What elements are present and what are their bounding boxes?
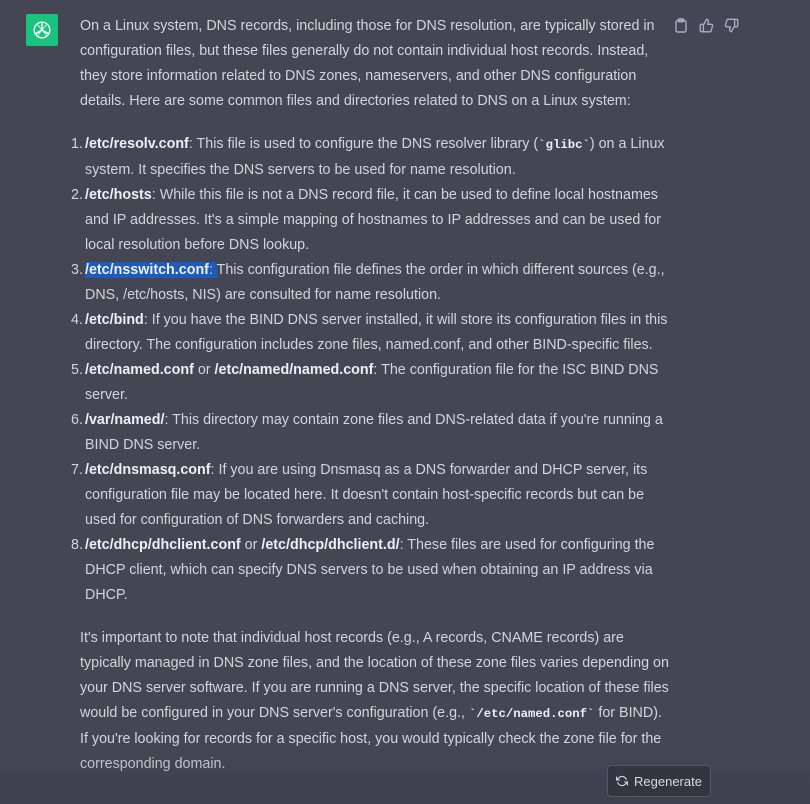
or-text: or [193, 362, 215, 378]
list-item: 7. /etc/dnsmasq.conf: If you are using D… [71, 458, 670, 533]
assistant-avatar [26, 14, 58, 46]
list-item: 3. /etc/nsswitch.conf: This configuratio… [71, 258, 670, 308]
list-item: 2. /etc/hosts: While this file is not a … [71, 183, 670, 258]
like-button[interactable] [698, 14, 714, 36]
list-number: 4. [71, 312, 83, 328]
list-item: 4. /etc/bind: If you have the BIND DNS s… [71, 308, 670, 358]
list-number: 5. [71, 362, 83, 378]
copy-button[interactable] [673, 14, 689, 36]
item-text: : While this file is not a DNS record fi… [85, 187, 662, 253]
item-text: : This file is used to configure the DNS… [188, 136, 539, 152]
thumbs-down-icon [724, 18, 738, 32]
clipboard-icon [675, 17, 687, 33]
file-path: /etc/hosts [85, 187, 152, 203]
file-path: /var/named/ [85, 412, 165, 428]
list-number: 2. [71, 187, 83, 203]
list-item: 8. /etc/dhcp/dhclient.conf or /etc/dhcp/… [71, 533, 670, 608]
dns-files-list: 1. /etc/resolv.conf: This file is used t… [71, 132, 670, 608]
item-text: : If you have the BIND DNS server instal… [85, 312, 668, 353]
inline-code: `glibc` [538, 138, 590, 152]
assistant-message: On a Linux system, DNS records, includin… [71, 14, 670, 777]
selected-colon: : [208, 262, 217, 278]
thumbs-up-icon [699, 18, 713, 32]
list-item: 5. /etc/named.conf or /etc/named/named.c… [71, 358, 670, 408]
file-path: /etc/dhcp/dhclient.d/ [261, 537, 400, 553]
file-path: /etc/bind [85, 312, 144, 328]
list-number: 1. [71, 136, 83, 152]
intro-paragraph: On a Linux system, DNS records, includin… [80, 18, 655, 109]
file-path: /etc/named/named.conf [214, 362, 374, 378]
file-path: /etc/dnsmasq.conf [85, 462, 211, 478]
list-number: 7. [71, 462, 83, 478]
refresh-icon [616, 775, 629, 787]
file-path: /etc/named.conf [85, 362, 194, 378]
file-path: /etc/resolv.conf [85, 136, 189, 152]
inline-code: `/etc/named.conf` [468, 707, 595, 721]
list-number: 3. [71, 262, 83, 278]
list-item: 1. /etc/resolv.conf: This file is used t… [71, 132, 670, 183]
dislike-button[interactable] [723, 14, 739, 36]
list-number: 8. [71, 537, 83, 553]
list-item: 6. /var/named/: This directory may conta… [71, 408, 670, 458]
regenerate-label: Regenerate [634, 773, 702, 789]
file-path: /etc/dhcp/dhclient.conf [85, 537, 241, 553]
item-text: : This directory may contain zone files … [85, 412, 663, 453]
openai-logo-icon [33, 21, 51, 39]
regenerate-button[interactable]: Regenerate [607, 765, 711, 797]
message-actions [673, 14, 739, 36]
or-text: or [240, 537, 262, 553]
list-number: 6. [71, 412, 83, 428]
file-path-selected: /etc/nsswitch.conf [85, 262, 209, 278]
